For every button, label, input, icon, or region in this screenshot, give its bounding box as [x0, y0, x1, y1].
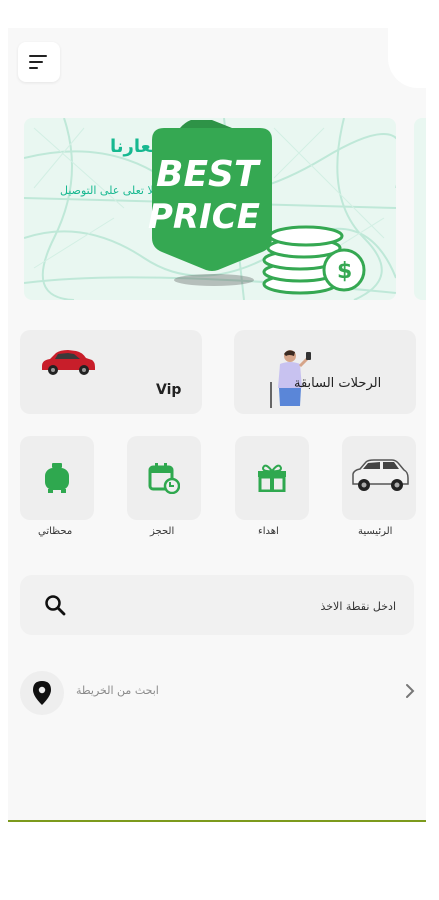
map-search-label: ابحث من الخريطة — [76, 684, 159, 697]
app-screen: أسعارنا أسعار لا تعلى على التوصيل BEST P… — [8, 28, 426, 822]
category-label-previous-trips: الرحلات السابقة — [294, 376, 382, 391]
pickup-search-input[interactable] — [84, 593, 398, 619]
gas-cylinder-icon — [45, 463, 69, 493]
search-icon — [45, 595, 66, 616]
map-search-row[interactable]: ابحث من الخريطة — [20, 666, 420, 718]
service-label-gift: اهداء — [258, 526, 279, 537]
chevron-right-icon — [406, 684, 415, 698]
menu-button[interactable] — [18, 42, 60, 82]
coins-icon: $ — [262, 225, 366, 295]
category-vip[interactable]: Vip — [20, 330, 202, 414]
hamburger-icon — [29, 55, 47, 69]
category-label-vip: Vip — [156, 382, 182, 398]
service-tile-gift[interactable] — [235, 436, 309, 520]
location-pin-icon — [33, 681, 51, 705]
next-banner-peek[interactable] — [414, 118, 426, 300]
red-car-icon — [42, 350, 95, 375]
calendar-refresh-icon — [148, 463, 180, 494]
gift-icon — [258, 464, 286, 492]
svg-text:$: $ — [337, 259, 352, 284]
badge-line1: BEST — [156, 154, 261, 195]
service-label-home: الرئيسية — [358, 526, 393, 537]
service-tile-stations[interactable] — [20, 436, 94, 520]
category-previous-trips[interactable]: الرحلات السابقة — [234, 330, 416, 414]
service-tile-booking[interactable] — [127, 436, 201, 520]
suv-car-icon — [352, 459, 409, 491]
promo-banner[interactable]: أسعارنا أسعار لا تعلى على التوصيل BEST P… — [24, 118, 396, 300]
location-pin-button[interactable] — [20, 671, 64, 715]
service-label-booking: الحجز — [150, 526, 175, 537]
badge-line2: PRICE — [148, 197, 260, 237]
pickup-search-bar[interactable] — [20, 575, 414, 635]
service-tile-home[interactable] — [342, 436, 416, 520]
service-label-stations: محظاتي — [38, 526, 73, 537]
